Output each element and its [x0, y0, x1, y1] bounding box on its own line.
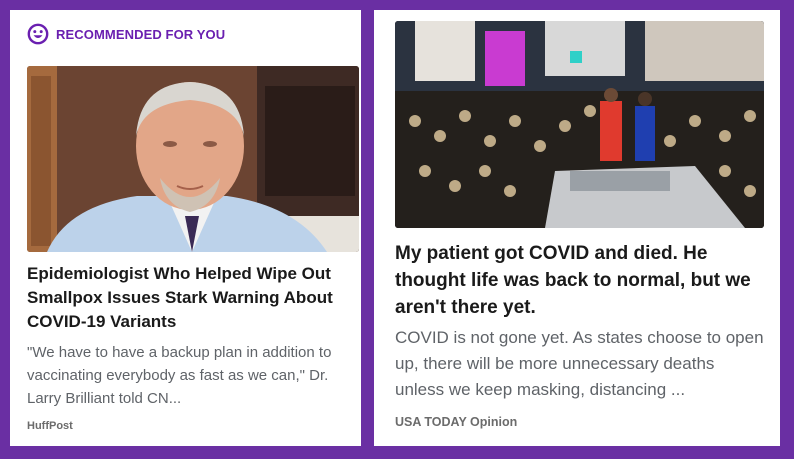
- smiley-icon: [27, 23, 49, 45]
- article-image-man-portrait[interactable]: [27, 66, 359, 252]
- recommended-header: RECOMMENDED FOR YOU: [27, 23, 225, 45]
- article-card-right[interactable]: My patient got COVID and died. He though…: [374, 10, 780, 446]
- article-summary: COVID is not gone yet. As states choose …: [395, 328, 764, 399]
- recommended-label: RECOMMENDED FOR YOU: [56, 26, 226, 42]
- article-headline[interactable]: My patient got COVID and died. He though…: [395, 240, 767, 321]
- article-summary: "We have to have a backup plan in additi…: [27, 344, 332, 407]
- article-headline[interactable]: Epidemiologist Who Helped Wipe Out Small…: [27, 262, 357, 334]
- article-source: HuffPost: [27, 420, 73, 432]
- article-card-left[interactable]: RECOMMENDED FOR YOU Epidemiologist Who H…: [10, 10, 361, 446]
- article-source: USA TODAY Opinion: [395, 415, 518, 429]
- article-image-night-crowd[interactable]: [395, 21, 764, 228]
